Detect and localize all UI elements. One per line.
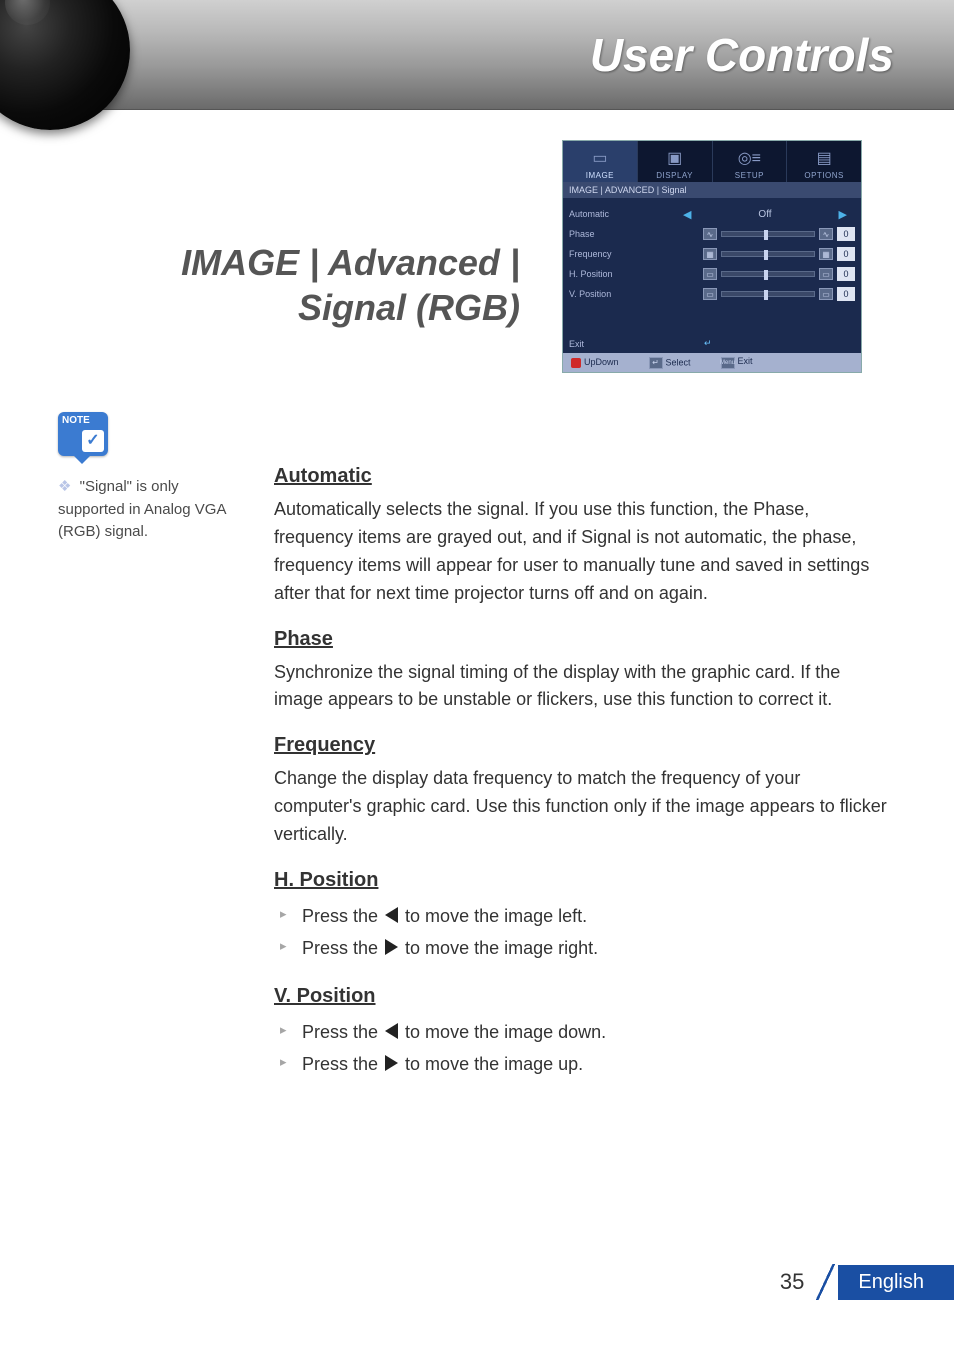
osd-tab-display: ▣ DISPLAY [638, 141, 713, 182]
osd-row-phase: Phase ∿ ∿ 0 [569, 224, 855, 244]
osd-value: Off [758, 209, 771, 220]
osd-tab-image: ▭ IMAGE [563, 141, 638, 182]
page-title: IMAGE | Advanced | Signal (RGB) [90, 240, 520, 330]
vposition-icon: ▭ [703, 288, 717, 300]
lens-reflection [5, 0, 50, 25]
enter-key-icon: ↵ [649, 357, 663, 369]
osd-breadcrumb: IMAGE | ADVANCED | Signal [563, 182, 861, 198]
osd-row-vposition: V. Position ▭ ▭ 0 [569, 284, 855, 304]
triangle-left-icon [385, 1023, 398, 1039]
osd-value: 0 [837, 227, 855, 241]
display-icon: ▣ [638, 145, 712, 171]
options-icon: ▤ [787, 145, 861, 171]
osd-footer: UpDown ↵Select MenuExit [563, 353, 861, 372]
osd-row-hposition: H. Position ▭ ▭ 0 [569, 264, 855, 284]
osd-tab-setup: ◎≡ SETUP [713, 141, 788, 182]
page-number: 35 [780, 1269, 804, 1295]
setup-icon: ◎≡ [713, 145, 787, 171]
section-heading-vposition: V. Position [250, 985, 890, 1008]
section-heading-frequency: Frequency [250, 734, 890, 757]
slider [721, 231, 815, 237]
osd-tab-options: ▤ OPTIONS [787, 141, 861, 182]
vposition-icon: ▭ [819, 288, 833, 300]
list-item: Press the to move the image right. [274, 932, 890, 964]
lens-decoration [0, 0, 130, 130]
section-heading-phase: Phase [250, 628, 890, 651]
page-footer: 35 English [780, 1264, 954, 1300]
red-key-icon [571, 358, 581, 368]
main-content: Automatic Automatically selects the sign… [250, 465, 890, 1101]
check-icon: ✓ [82, 430, 104, 452]
enter-icon: ↵ [704, 338, 712, 349]
diamond-bullet-icon: ❖ [58, 476, 71, 499]
note-text: ❖ "Signal" is only supported in Analog V… [58, 476, 228, 544]
osd-value: 0 [837, 287, 855, 301]
slider [721, 291, 815, 297]
bullet-list: Press the to move the image down. Press … [274, 1016, 890, 1081]
osd-value: 0 [837, 247, 855, 261]
slider [721, 271, 815, 277]
section-heading-hposition: H. Position [250, 869, 890, 892]
note-body: "Signal" is only supported in Analog VGA… [58, 478, 226, 540]
osd-exit-label: Exit [569, 339, 584, 349]
section-heading-automatic: Automatic [250, 465, 890, 488]
slider [721, 251, 815, 257]
left-arrow-icon: ◀ [683, 208, 691, 221]
note-badge-label: NOTE [62, 415, 90, 426]
page-header: User Controls [0, 0, 954, 110]
triangle-right-icon [385, 1055, 398, 1071]
frequency-icon: ▦ [703, 248, 717, 260]
phase-icon: ∿ [703, 228, 717, 240]
list-item: Press the to move the image down. [274, 1016, 890, 1048]
hposition-icon: ▭ [819, 268, 833, 280]
note-column: NOTE ✓ ❖ "Signal" is only supported in A… [58, 412, 228, 544]
section-body: Automatically selects the signal. If you… [274, 496, 890, 608]
osd-body: Automatic ◀ Off ▶ Phase ∿ ∿ 0 Frequency … [563, 198, 861, 334]
triangle-left-icon [385, 907, 398, 923]
triangle-right-icon [385, 939, 398, 955]
osd-row-frequency: Frequency ▦ ▦ 0 [569, 244, 855, 264]
right-arrow-icon: ▶ [839, 208, 847, 221]
section-body: Synchronize the signal timing of the dis… [274, 659, 890, 715]
osd-value: 0 [837, 267, 855, 281]
osd-exit-row: Exit ↵ [563, 334, 861, 353]
osd-tabs: ▭ IMAGE ▣ DISPLAY ◎≡ SETUP ▤ OPTIONS [563, 141, 861, 182]
hposition-icon: ▭ [703, 268, 717, 280]
header-title: User Controls [590, 28, 894, 82]
language-tab: English [838, 1265, 954, 1300]
osd-screenshot: ▭ IMAGE ▣ DISPLAY ◎≡ SETUP ▤ OPTIONS IMA… [562, 140, 862, 373]
image-icon: ▭ [563, 145, 637, 171]
slash-decoration [810, 1264, 840, 1300]
list-item: Press the to move the image left. [274, 900, 890, 932]
list-item: Press the to move the image up. [274, 1048, 890, 1080]
menu-key-icon: Menu [721, 357, 735, 369]
frequency-icon: ▦ [819, 248, 833, 260]
section-body: Change the display data frequency to mat… [274, 765, 890, 849]
note-badge: NOTE ✓ [58, 412, 108, 456]
osd-row-automatic: Automatic ◀ Off ▶ [569, 204, 855, 224]
phase-icon: ∿ [819, 228, 833, 240]
bullet-list: Press the to move the image left. Press … [274, 900, 890, 965]
